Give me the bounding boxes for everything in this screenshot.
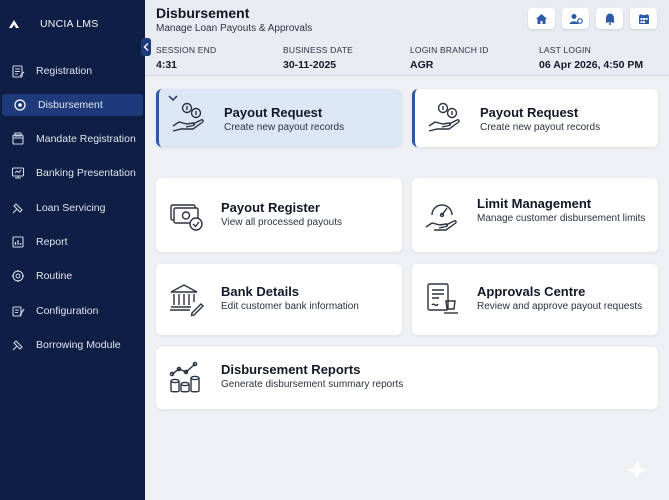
- app-name: UNCIA LMS: [40, 18, 99, 30]
- page-subtitle: Manage Loan Payouts & Approvals: [156, 23, 313, 34]
- home-icon: [536, 13, 547, 24]
- home-button[interactable]: [528, 8, 555, 29]
- hand-coins-icon: [172, 102, 204, 132]
- registration-icon: [12, 65, 25, 78]
- payout-request-card-selected[interactable]: Payout Request Create new payout records: [156, 89, 402, 147]
- limit-management-card[interactable]: Limit Management Manage customer disburs…: [412, 178, 658, 252]
- borrowing-icon: [12, 340, 23, 351]
- card-title: Disbursement Reports: [221, 362, 361, 377]
- logo-icon: [9, 20, 19, 28]
- card-title: Payout Request: [224, 105, 323, 120]
- payout-register-card[interactable]: Payout Register View all processed payou…: [156, 178, 402, 252]
- approval-doc-icon: [427, 283, 458, 314]
- gauge-hand-icon: [425, 204, 457, 231]
- cash-check-icon: [170, 204, 203, 231]
- login-branch-value: AGR: [410, 59, 434, 71]
- card-description: Create new payout records: [224, 122, 345, 133]
- card-description: Create new payout records: [480, 122, 601, 133]
- sidebar-item-borrowing-module[interactable]: Borrowing Module: [0, 334, 145, 356]
- bank-edit-icon: [170, 284, 204, 317]
- report-icon: [12, 236, 24, 248]
- sidebar-item-label: Loan Servicing: [36, 202, 106, 214]
- disbursement-reports-card[interactable]: Disbursement Reports Generate disburseme…: [156, 347, 658, 409]
- sidebar-item-report[interactable]: Report: [0, 231, 145, 253]
- page-title: Disbursement: [156, 5, 250, 21]
- disbursement-icon: [14, 99, 26, 111]
- card-description: View all processed payouts: [221, 217, 342, 228]
- card-title: Payout Request: [480, 105, 579, 120]
- report-chart-icon: [169, 361, 200, 393]
- sidebar-item-banking-presentation[interactable]: Banking Presentation: [0, 162, 145, 184]
- hand-coins-icon: [428, 102, 460, 132]
- chevron-left-icon: [143, 43, 149, 51]
- loan-servicing-icon: [12, 203, 23, 214]
- calendar-icon: [638, 13, 649, 24]
- sidebar-item-label: Report: [36, 236, 68, 248]
- card-title: Payout Register: [221, 200, 320, 215]
- last-login-value: 06 Apr 2026, 4:50 PM: [539, 59, 644, 71]
- sidebar: UNCIA LMS Registration Disbursement Mand…: [0, 0, 145, 500]
- sidebar-item-loan-servicing[interactable]: Loan Servicing: [0, 197, 145, 219]
- sidebar-item-label: Mandate Registration: [36, 133, 136, 145]
- sidebar-item-routine[interactable]: Routine: [0, 265, 145, 287]
- sidebar-item-configuration[interactable]: Configuration: [0, 300, 145, 322]
- sparkle-icon: [626, 459, 648, 481]
- card-title: Bank Details: [221, 284, 300, 299]
- sidebar-item-disbursement[interactable]: Disbursement: [2, 94, 143, 116]
- card-description: Generate disbursement summary reports: [221, 379, 404, 390]
- sidebar-item-mandate-registration[interactable]: Mandate Registration: [0, 128, 145, 150]
- login-branch-label: LOGIN BRANCH ID: [410, 45, 489, 55]
- card-description: Manage customer disbursement limits: [477, 213, 646, 224]
- sidebar-item-label: Borrowing Module: [36, 339, 121, 351]
- banking-presentation-icon: [11, 167, 25, 179]
- sidebar-item-registration[interactable]: Registration: [0, 60, 145, 82]
- page-header: Disbursement Manage Loan Payouts & Appro…: [145, 0, 669, 76]
- notifications-button[interactable]: [596, 8, 623, 29]
- business-date-label: BUSINESS DATE: [283, 45, 353, 55]
- user-settings-icon: [569, 13, 583, 24]
- bank-details-card[interactable]: Bank Details Edit customer bank informat…: [156, 264, 402, 335]
- routine-icon: [12, 270, 24, 282]
- configuration-icon: [12, 306, 25, 317]
- bell-icon: [604, 13, 615, 25]
- calendar-button[interactable]: [630, 8, 657, 29]
- card-title: Limit Management: [477, 196, 592, 211]
- approvals-centre-card[interactable]: Approvals Centre Review and approve payo…: [412, 264, 658, 335]
- sidebar-item-label: Banking Presentation: [36, 167, 136, 179]
- card-title: Approvals Centre: [477, 284, 586, 299]
- session-end-value: 4:31: [156, 59, 178, 71]
- card-description: Edit customer bank information: [221, 301, 359, 312]
- payout-request-card[interactable]: Payout Request Create new payout records: [412, 89, 658, 147]
- card-description: Review and approve payout requests: [477, 301, 643, 312]
- sidebar-item-label: Configuration: [36, 305, 99, 317]
- sidebar-collapse-button[interactable]: [141, 38, 151, 56]
- session-end-label: SESSION END: [156, 45, 217, 55]
- last-login-label: LAST LOGIN: [539, 45, 591, 55]
- user-settings-button[interactable]: [562, 8, 589, 29]
- sidebar-item-label: Routine: [36, 270, 73, 282]
- sidebar-item-label: Registration: [36, 65, 93, 77]
- brand[interactable]: UNCIA LMS: [8, 14, 145, 34]
- mandate-icon: [12, 132, 24, 145]
- business-date-value: 30-11-2025: [283, 59, 337, 71]
- sidebar-item-label: Disbursement: [38, 99, 103, 111]
